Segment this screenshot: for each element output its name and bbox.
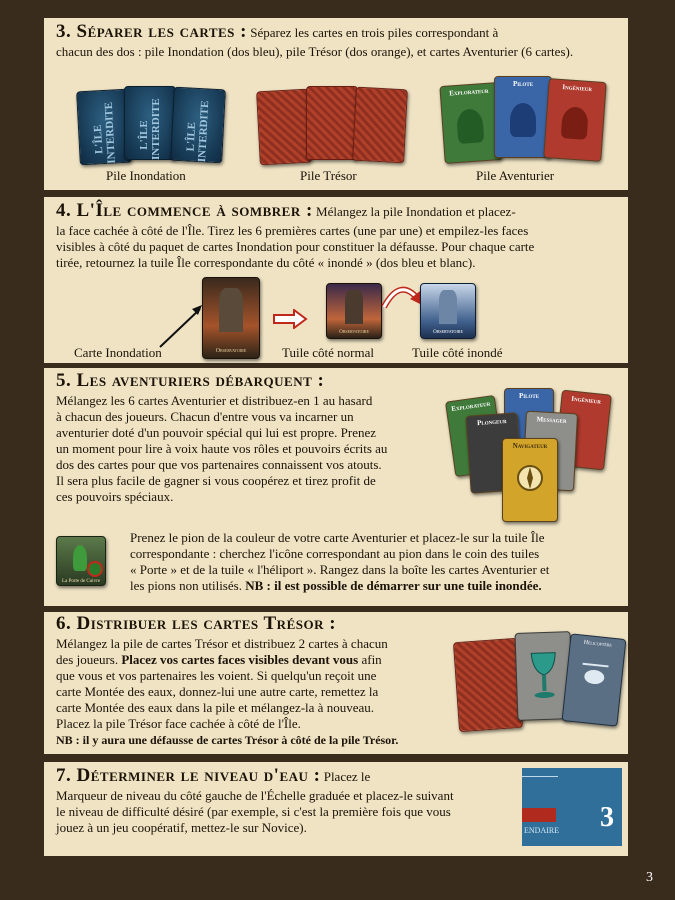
tower-icon	[345, 290, 363, 324]
section-7-intro: 7. Déterminer le niveau d'eau : Placez l…	[56, 765, 516, 786]
tower-icon	[219, 288, 243, 332]
meter-level-number: 3	[600, 802, 614, 833]
gate-tile: La Porte de Cuivre	[56, 536, 106, 586]
section-6-nb: NB : il y aura une défausse de cartes Tr…	[56, 733, 399, 747]
engineer-figure-icon	[560, 106, 589, 140]
section-5-paragraph-1: Mélangez les 6 cartes Aventurier et dist…	[56, 393, 388, 504]
caption-treasure-pile: Pile Trésor	[300, 168, 357, 183]
tile-flooded-side: Observatoire	[420, 283, 476, 339]
section-4-title: 4. L'Île commence à sombrer :	[56, 200, 313, 221]
flood-card-observatory: Observatoire	[202, 277, 260, 359]
treasure-card-back	[306, 86, 358, 160]
section-3-text-1: Séparez les cartes en trois piles corres…	[250, 25, 499, 40]
section-4-text-3: visibles à côté du paquet de cartes Inon…	[56, 239, 535, 254]
section-3-intro: 3. Séparer les cartes : Séparez les cart…	[56, 21, 626, 42]
section-4-text-1: Mélangez la pile Inondation et placez-	[316, 204, 516, 219]
caption-flood-card: Carte Inondation	[74, 345, 162, 360]
tile-normal-side: Observatoire	[326, 283, 382, 339]
caption-tile-normal: Tuile côté normal	[282, 345, 374, 360]
right-arrow-icon	[273, 309, 308, 329]
adventurer-card-engineer: Ingénieur	[543, 78, 607, 162]
caption-flood-pile: Pile Inondation	[106, 168, 186, 183]
level-marker	[522, 808, 556, 822]
section-3-title: 3. Séparer les cartes :	[56, 21, 247, 42]
flip-arrow-icon	[381, 286, 422, 309]
meter-label: ENDAIRE	[524, 826, 560, 835]
section-4-text-2: la face cachée à côté de l'Île. Tirez le…	[56, 223, 529, 238]
adventurer-card-navigator: Navigateur	[502, 438, 558, 522]
section-6-title: 6. Distribuer les cartes Trésor :	[56, 613, 337, 634]
explorer-figure-icon	[456, 108, 485, 144]
section-5-paragraph-2: Prenez le pion de la couleur de votre ca…	[130, 530, 550, 593]
helicopter-icon	[582, 662, 609, 685]
pointer-arrow-icon	[159, 305, 202, 348]
section-4-text-4: tirée, retournez la tuile Île correspond…	[56, 255, 476, 270]
pilot-figure-icon	[510, 103, 536, 137]
section-5: 5. Les aventuriers débarquent : Mélangez…	[44, 368, 628, 606]
section-7-title: 7. Déterminer le niveau d'eau :	[56, 765, 321, 786]
caption-adventurer-pile: Pile Aventurier	[476, 168, 555, 183]
section-7: 7. Déterminer le niveau d'eau : Placez l…	[44, 762, 628, 856]
compass-icon	[517, 465, 543, 491]
section-3-text-2: chacun des dos : pile Inondation (dos bl…	[56, 44, 574, 59]
treasure-card-back	[352, 86, 408, 164]
water-level-meter: ENDAIRE 3	[522, 768, 622, 846]
chalice-icon	[530, 652, 556, 699]
section-4: 4. L'Île commence à sombrer : Mélangez l…	[44, 197, 628, 363]
section-6-paragraph: Mélangez la pile de cartes Trésor et dis…	[56, 636, 456, 748]
section-3: 3. Séparer les cartes : Séparez les cart…	[44, 18, 628, 190]
tower-icon	[439, 290, 457, 324]
meter-line	[522, 776, 558, 777]
section-6: 6. Distribuer les cartes Trésor : Mélang…	[44, 612, 628, 754]
section-5-nb: NB : il est possible de démarrer sur une…	[245, 578, 542, 593]
section-7-paragraph: Marqueur de niveau du côté gauche de l'É…	[56, 788, 454, 835]
caption-tile-flooded: Tuile côté inondé	[412, 345, 503, 360]
treasure-card-back	[452, 637, 524, 733]
pawn-icon	[73, 545, 87, 571]
flood-card-back: L'ÎLE INTERDITE	[124, 86, 176, 160]
page-number: 3	[646, 870, 653, 885]
flood-card-back: L'ÎLE INTERDITE	[170, 86, 226, 164]
section-5-title: 5. Les aventuriers débarquent :	[56, 370, 325, 391]
section-7-text-1: Placez le	[323, 769, 371, 784]
pawn-marker-icon	[87, 561, 103, 577]
treasure-card-helicopter: Hélicoptère	[561, 633, 627, 727]
treasure-card-back	[256, 88, 312, 166]
section-4-intro: 4. L'Île commence à sombrer : Mélangez l…	[56, 200, 626, 221]
